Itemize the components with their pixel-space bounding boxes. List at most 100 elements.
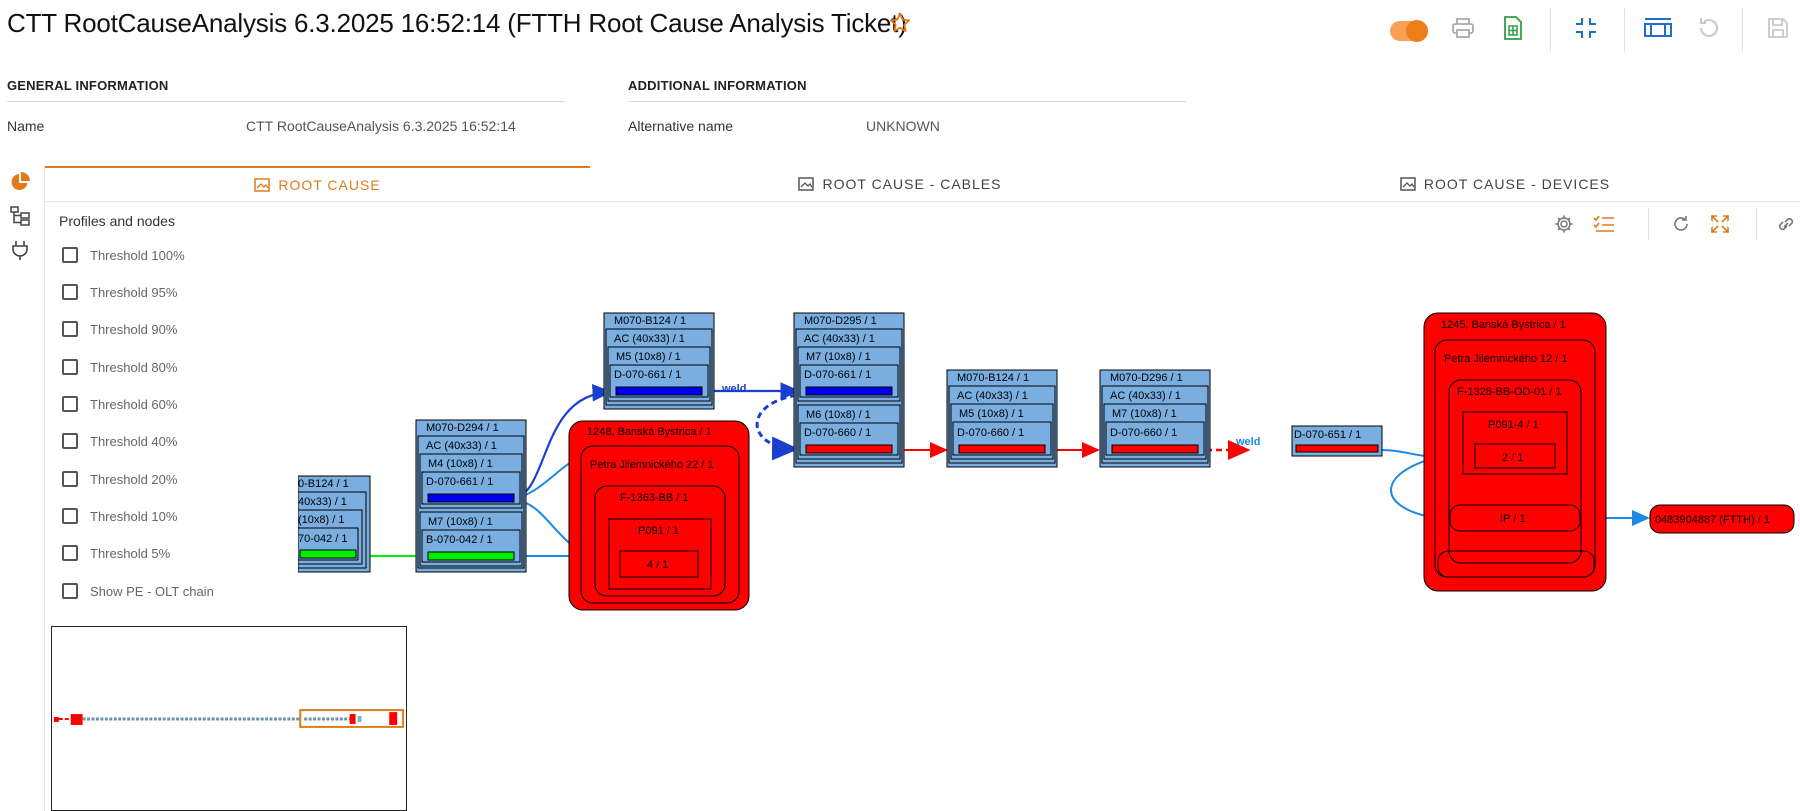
node-label: 0-B124 / 1 [298, 478, 349, 490]
export-excel-button[interactable] [1493, 8, 1533, 48]
node-label: M070-D294 / 1 [426, 422, 499, 434]
tab-root-cause-devices[interactable]: ROOT CAUSE - DEVICES [1210, 166, 1800, 202]
node-label: M4 (10x8) / 1 [428, 458, 493, 470]
cable-node-1[interactable]: 0-B124 / 1 40x33) / 1 (10x8) / 1 70-042 … [297, 475, 371, 573]
toolbar [1380, 8, 1800, 52]
plug-icon [12, 241, 28, 260]
general-info-heading: GENERAL INFORMATION [7, 78, 169, 93]
node-label: AC (40x33) / 1 [614, 333, 685, 345]
device-label: 2 / 1 [1502, 452, 1523, 464]
node-label: D-070-661 / 1 [614, 369, 681, 381]
device-group-1245[interactable]: 1245, Banská Bystrica / 1 Petra Jilemnic… [1423, 312, 1607, 592]
graph-minimap[interactable] [51, 626, 407, 811]
general-info-divider [7, 101, 565, 102]
image-icon [254, 178, 271, 192]
star-icon[interactable] [888, 11, 912, 35]
collapse-button[interactable] [1566, 8, 1606, 48]
edit-toggle[interactable] [1390, 20, 1428, 42]
node-label: M070-D296 / 1 [1110, 372, 1183, 384]
toolbar-separator [1742, 8, 1743, 52]
page-title: CTT RootCauseAnalysis 6.3.2025 16:52:14 … [7, 8, 907, 38]
save-button[interactable] [1758, 8, 1798, 48]
filter-threshold-40[interactable]: Threshold 40% [62, 430, 177, 452]
node-label: M7 (10x8) / 1 [428, 516, 493, 528]
checkbox[interactable] [62, 545, 78, 561]
filter-threshold-10[interactable]: Threshold 10% [62, 505, 177, 527]
tab-root-cause-cables[interactable]: ROOT CAUSE - CABLES [590, 166, 1210, 202]
filter-threshold-100[interactable]: Threshold 100% [62, 244, 185, 266]
side-divider [44, 166, 45, 811]
checkbox[interactable] [62, 396, 78, 412]
filter-label: Threshold 60% [90, 396, 178, 412]
checkbox[interactable] [62, 321, 78, 337]
cable-node-3[interactable]: M070-B124 / 1 AC (40x33) / 1 M5 (10x8) /… [603, 312, 715, 410]
graph-toolbar-separator [1756, 208, 1757, 240]
minimap-node [349, 714, 356, 724]
graph-fit-button[interactable] [1706, 210, 1734, 238]
node-label: B-070-042 / 1 [426, 534, 493, 546]
node-label: AC (40x33) / 1 [804, 333, 875, 345]
node-label: AC (40x33) / 1 [426, 440, 497, 452]
cable-node-6[interactable]: M070-D296 / 1 AC (40x33) / 1 M7 (10x8) /… [1099, 369, 1211, 468]
side-nav-tree[interactable] [8, 204, 32, 228]
device-label: IP / 1 [1500, 513, 1525, 525]
alt-name-value: UNKNOWN [866, 118, 940, 134]
cable-node-2[interactable]: M070-D294 / 1 AC (40x33) / 1 M4 (10x8) /… [415, 419, 527, 573]
root-cause-graph[interactable]: weld weld 0-B124 / 1 40x33) / 1 (10x8) /… [290, 300, 1800, 630]
device-group-1248[interactable]: 1248, Banská Bystrica / 1 Petra Jilemnic… [568, 420, 750, 611]
checkbox[interactable] [62, 247, 78, 263]
tree-icon [10, 206, 30, 226]
checkbox[interactable] [62, 433, 78, 449]
node-label: D-070-661 / 1 [804, 369, 871, 381]
filter-show-pe-olt-chain[interactable]: Show PE - OLT chain [62, 580, 214, 602]
node-label: M5 (10x8) / 1 [616, 351, 681, 363]
tab-root-cause[interactable]: ROOT CAUSE [45, 166, 590, 202]
spreadsheet-icon [1504, 16, 1522, 40]
checkbox[interactable] [62, 508, 78, 524]
filter-threshold-95[interactable]: Threshold 95% [62, 281, 177, 303]
device-label: F-1363-BB / 1 [620, 492, 688, 504]
pie-chart-icon [11, 172, 30, 190]
node-label: M6 (10x8) / 1 [806, 409, 871, 421]
graph-toolbar-separator [1648, 208, 1649, 240]
refresh-icon [1674, 216, 1688, 231]
cable-node-7[interactable]: D-070-651 / 1 [1291, 425, 1383, 457]
side-nav-plug[interactable] [8, 238, 32, 262]
checkbox[interactable] [62, 471, 78, 487]
toolbar-separator [1624, 8, 1625, 52]
cable-node-4[interactable]: M070-D295 / 1 AC (40x33) / 1 M7 (10x8) /… [793, 312, 905, 468]
printer-icon [1452, 18, 1474, 38]
additional-info-divider [628, 101, 1186, 102]
filter-label: Show PE - OLT chain [90, 583, 214, 599]
device-label: F-1328-BB-OD-01 / 1 [1457, 386, 1562, 398]
undo-button[interactable] [1688, 8, 1728, 48]
graph-refresh-button[interactable] [1667, 210, 1695, 238]
checkbox[interactable] [62, 359, 78, 375]
filter-label: Threshold 80% [90, 359, 178, 375]
filter-threshold-20[interactable]: Threshold 20% [62, 468, 177, 490]
device-label: P091-4 / 1 [1488, 419, 1539, 431]
alt-name-label: Alternative name [628, 118, 734, 134]
checkbox[interactable] [62, 583, 78, 599]
print-button[interactable] [1443, 8, 1483, 48]
checkbox[interactable] [62, 284, 78, 300]
graph-link-button[interactable] [1772, 210, 1800, 238]
gear-icon [1555, 215, 1573, 233]
tab-label: ROOT CAUSE - CABLES [822, 176, 1002, 192]
save-icon [1768, 18, 1788, 38]
customer-endpoint[interactable]: 0483904887 (FTTH) / 1 [1649, 504, 1795, 534]
filter-threshold-80[interactable]: Threshold 80% [62, 356, 177, 378]
side-nav-chart[interactable] [8, 170, 32, 194]
filter-threshold-5[interactable]: Threshold 5% [62, 542, 170, 564]
node-label: AC (40x33) / 1 [1110, 390, 1181, 402]
filter-threshold-60[interactable]: Threshold 60% [62, 393, 177, 415]
graph-settings-button[interactable] [1550, 210, 1578, 238]
expand-arrows-icon [1711, 215, 1729, 233]
filter-threshold-90[interactable]: Threshold 90% [62, 318, 177, 340]
weld-label-2: weld [1235, 436, 1260, 448]
cable-node-5[interactable]: M070-B124 / 1 AC (40x33) / 1 M5 (10x8) /… [946, 369, 1058, 468]
graph-checklist-button[interactable] [1590, 210, 1618, 238]
additional-info-heading: ADDITIONAL INFORMATION [628, 78, 807, 93]
layout-button[interactable] [1638, 8, 1678, 48]
filter-label: Threshold 10% [90, 508, 178, 524]
